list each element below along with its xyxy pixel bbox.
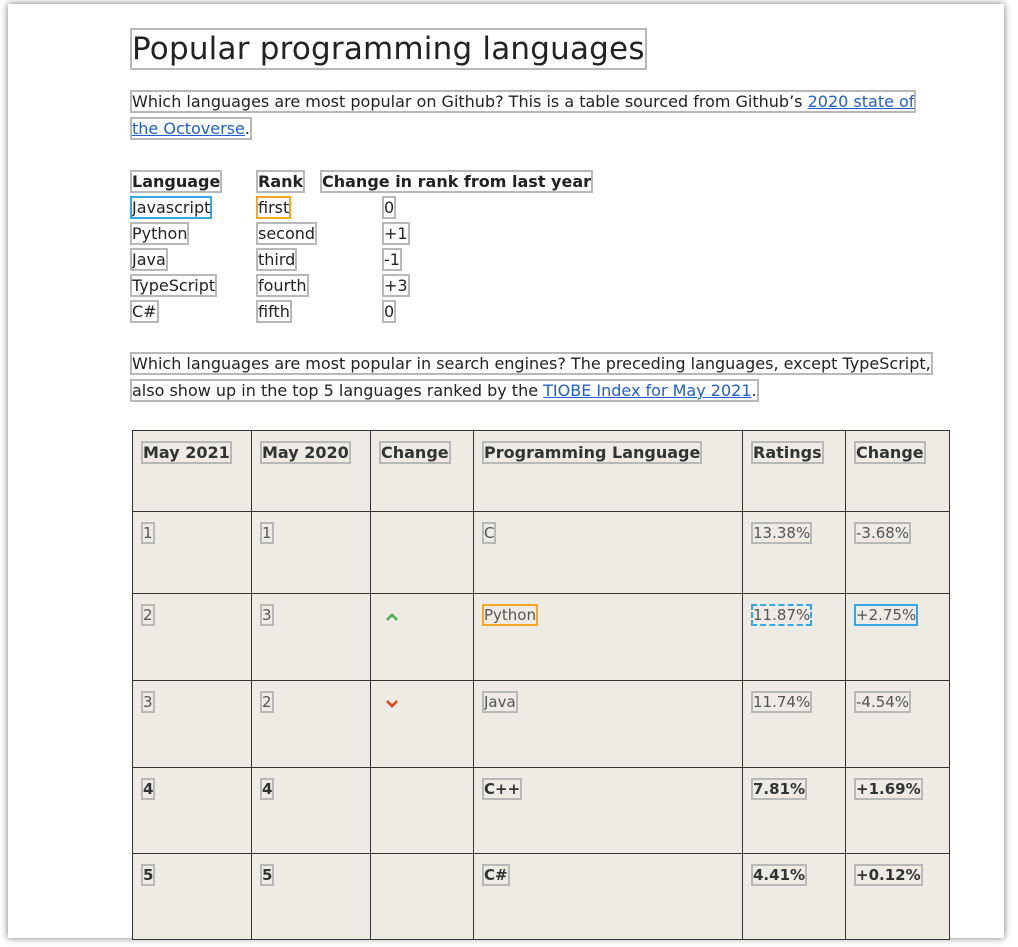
intro-paragraph: Which languages are most popular on Gith… [129, 88, 944, 142]
language-cell: Java [130, 247, 168, 271]
change-cell: -1 [382, 247, 402, 271]
header-may-2021: May 2021 [141, 441, 232, 464]
ratings-cell: 7.81% [750, 778, 808, 800]
change-arrow-cell [370, 511, 474, 594]
table-row: 5 5 C# 4.41% +0.12% [132, 853, 950, 940]
tiobe-link[interactable]: TIOBE Index for May 2021 [543, 381, 751, 400]
header-language: Language [129, 169, 223, 193]
change-arrow-cell [370, 680, 474, 768]
tiobe-table: May 2021 May 2020 Change Programming Lan… [132, 430, 950, 940]
rank-cell: first [255, 195, 292, 219]
table-row: 1 1 C 13.38% -3.68% [132, 511, 950, 594]
ratings-cell: 4.41% [750, 864, 808, 886]
may-2021-cell: 2 [141, 604, 155, 626]
change-cell: +3 [382, 273, 410, 297]
intro-text-body: Which languages are most popular on Gith… [132, 92, 808, 111]
table-row: C# fifth 0 [130, 298, 591, 324]
header-ratings: Ratings [751, 441, 824, 464]
change-cell: +1 [382, 221, 410, 245]
page-title: Popular programming languages [130, 28, 647, 70]
change-pct-cell: +0.12% [854, 864, 923, 886]
rank-cell: fourth [256, 273, 309, 297]
may-2021-cell: 4 [140, 778, 156, 800]
search-end: . [751, 381, 757, 400]
may-2021-cell: 3 [141, 691, 155, 713]
rank-cell: third [255, 247, 298, 271]
header-may-2020: May 2020 [260, 441, 351, 464]
change-pct-cell: +1.69% [854, 778, 923, 800]
rank-cell: second [255, 221, 318, 245]
change-cell: 0 [381, 195, 397, 219]
table-row: 3 2 Java 11.74% -4.54% [132, 680, 950, 768]
change-pct-cell: -4.54% [853, 691, 912, 713]
table-row: 4 4 C++ 7.81% +1.69% [132, 767, 950, 854]
change-cell: 0 [381, 299, 397, 323]
header-change: Change in rank from last year [319, 169, 594, 193]
change-pct-cell: -3.68% [853, 522, 912, 544]
may-2020-cell: 4 [259, 778, 275, 800]
language-cell: C# [482, 864, 510, 886]
ratings-cell: 13.38% [750, 522, 813, 544]
language-cell: C# [130, 299, 159, 323]
github-rank-table: Language Rank Change in rank from last y… [129, 168, 594, 324]
may-2021-cell: 5 [140, 864, 156, 886]
change-arrow-cell [370, 767, 474, 854]
may-2021-cell: 1 [141, 522, 155, 544]
ratings-cell: 11.87% [750, 604, 813, 626]
search-paragraph: Which languages are most popular in sear… [130, 350, 944, 404]
table-row: Python second +1 [129, 220, 591, 246]
document-content: Popular programming languages Which lang… [129, 28, 952, 940]
language-cell: Javascript [129, 195, 213, 219]
github-table-header: Language Rank Change in rank from last y… [129, 168, 594, 194]
document-page: Popular programming languages Which lang… [8, 4, 1004, 940]
search-text: Which languages are most popular in sear… [130, 352, 933, 402]
tiobe-table-header: May 2021 May 2020 Change Programming Lan… [132, 430, 950, 512]
language-cell: C++ [481, 778, 523, 800]
may-2020-cell: 5 [259, 864, 275, 886]
change-arrow-cell [370, 853, 474, 940]
header-change-pct: Change [854, 441, 926, 464]
ratings-cell: 11.74% [750, 691, 813, 713]
may-2020-cell: 3 [260, 604, 274, 626]
may-2020-cell: 1 [260, 522, 274, 544]
change-arrow-cell [370, 593, 474, 681]
table-row: Javascript first 0 [129, 194, 591, 220]
change-pct-cell: +2.75% [853, 604, 919, 626]
language-cell: Java [482, 691, 518, 713]
table-row: TypeScript fourth +3 [129, 272, 591, 298]
search-text-body: Which languages are most popular in sear… [132, 354, 931, 400]
language-cell: Python [482, 604, 538, 626]
intro-end: . [244, 119, 250, 138]
header-change-arrow: Change [379, 441, 451, 464]
header-programming-language: Programming Language [481, 441, 703, 464]
chevron-down-icon [386, 700, 398, 708]
table-row: Java third -1 [130, 246, 591, 272]
table-row: 2 3 Python 11.87% +2.75% [132, 593, 950, 681]
rank-cell: fifth [256, 299, 292, 323]
may-2020-cell: 2 [260, 691, 274, 713]
language-cell: C [481, 522, 497, 544]
intro-text: Which languages are most popular on Gith… [129, 90, 917, 140]
chevron-up-icon [386, 613, 398, 621]
language-cell: Python [129, 221, 190, 245]
header-rank: Rank [255, 169, 306, 193]
language-cell: TypeScript [129, 273, 218, 297]
